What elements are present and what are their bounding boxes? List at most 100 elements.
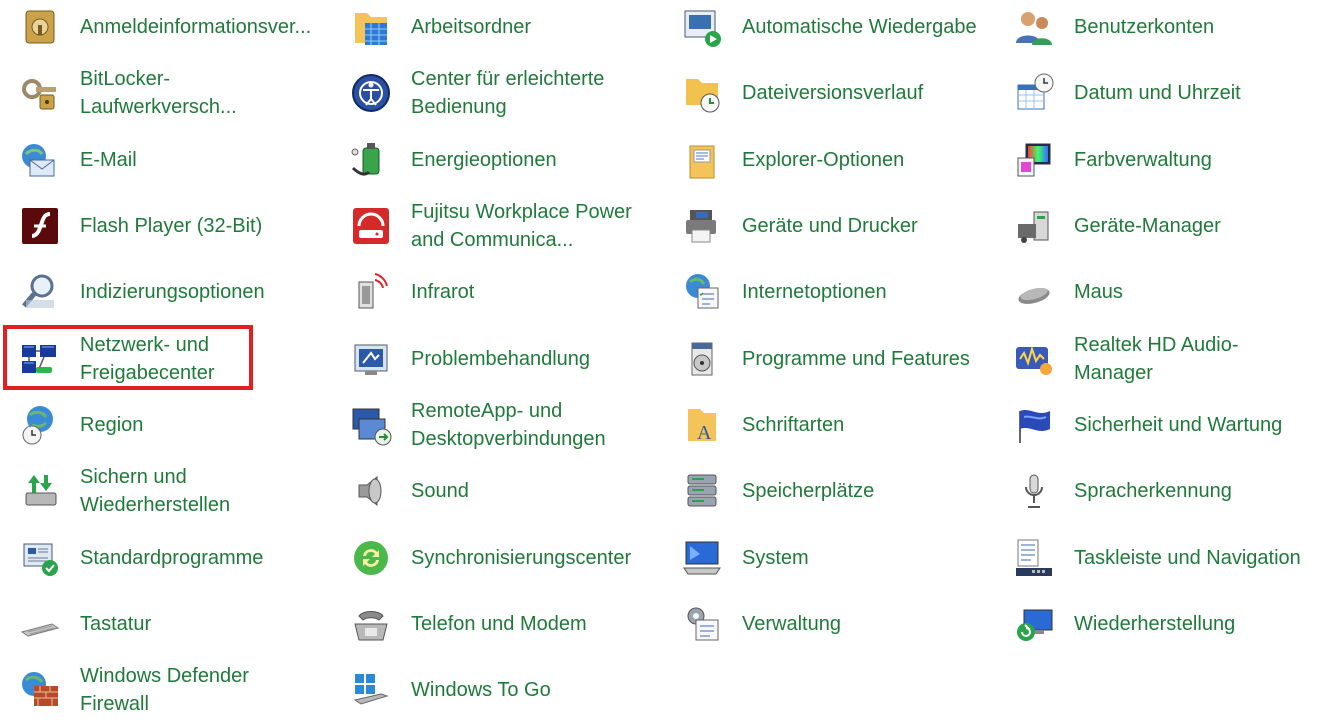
control-panel-item-label[interactable]: Schriftarten xyxy=(742,411,844,439)
control-panel-item[interactable]: Farbverwaltung xyxy=(1008,127,1321,193)
control-panel-item[interactable]: Geräte-Manager xyxy=(1008,193,1321,259)
control-panel-item[interactable]: Geräte und Drucker xyxy=(676,193,1008,259)
control-panel-item-label[interactable]: Geräte und Drucker xyxy=(742,212,918,240)
control-panel-item-label[interactable]: Benutzerkonten xyxy=(1074,13,1214,41)
control-panel-item[interactable]: Sound xyxy=(345,458,676,524)
control-panel-item[interactable]: Center für erleichterte Bedienung xyxy=(345,60,676,126)
control-panel-item-label[interactable]: Synchronisierungscenter xyxy=(411,544,631,572)
control-panel-item-label[interactable]: Realtek HD Audio-Manager xyxy=(1074,331,1309,387)
control-panel-item[interactable]: Fujitsu Workplace Power and Communica... xyxy=(345,193,676,259)
work-folders-icon xyxy=(349,5,393,49)
control-panel-item-label[interactable]: System xyxy=(742,544,809,572)
system-icon xyxy=(680,536,724,580)
control-panel-item-label[interactable]: Sound xyxy=(411,477,469,505)
control-panel-item[interactable]: Windows To Go xyxy=(345,657,676,723)
control-panel-item[interactable]: Standardprogramme xyxy=(14,524,345,590)
control-panel-item-label[interactable]: Center für erleichterte Bedienung xyxy=(411,65,646,121)
control-panel-item-label[interactable]: Taskleiste und Navigation xyxy=(1074,544,1301,572)
control-panel-item-label[interactable]: BitLocker-Laufwerkversch... xyxy=(80,65,315,121)
firewall-icon xyxy=(18,668,62,712)
control-panel-item[interactable]: Internetoptionen xyxy=(676,259,1008,325)
control-panel-item-label[interactable]: Maus xyxy=(1074,278,1123,306)
control-panel-item-label[interactable]: Flash Player (32-Bit) xyxy=(80,212,262,240)
control-panel-item-label[interactable]: Automatische Wiedergabe xyxy=(742,13,977,41)
control-panel-item-label[interactable]: Telefon und Modem xyxy=(411,610,587,638)
control-panel-item[interactable]: Sicherheit und Wartung xyxy=(1008,392,1321,458)
fonts-icon: A xyxy=(680,403,724,447)
control-panel-item[interactable]: Programme und Features xyxy=(676,325,1008,391)
control-panel-item-label[interactable]: Farbverwaltung xyxy=(1074,146,1212,174)
control-panel-item-label[interactable]: E-Mail xyxy=(80,146,137,174)
control-panel-item[interactable]: Spracherkennung xyxy=(1008,458,1321,524)
control-panel-item[interactable]: Benutzerkonten xyxy=(1008,0,1321,60)
control-panel-item-label[interactable]: Windows To Go xyxy=(411,676,551,704)
control-panel-item[interactable]: Realtek HD Audio-Manager xyxy=(1008,325,1321,391)
troubleshooting-icon xyxy=(349,337,393,381)
control-panel-item[interactable]: Flash Player (32-Bit) xyxy=(14,193,345,259)
explorer-options-icon xyxy=(680,138,724,182)
control-panel-item-label[interactable]: Programme und Features xyxy=(742,345,970,373)
control-panel-item[interactable]: Speicherplätze xyxy=(676,458,1008,524)
control-panel-item-label[interactable]: Internetoptionen xyxy=(742,278,887,306)
remoteapp-icon xyxy=(349,403,393,447)
control-panel-item[interactable]: Maus xyxy=(1008,259,1321,325)
flash-player-icon xyxy=(18,204,62,248)
control-panel-item-label[interactable]: Netzwerk- und Freigabecenter xyxy=(80,331,315,387)
control-panel-item-label[interactable]: Sicherheit und Wartung xyxy=(1074,411,1282,439)
control-panel-item[interactable]: Infrarot xyxy=(345,259,676,325)
taskbar-icon xyxy=(1012,536,1056,580)
phone-modem-icon xyxy=(349,602,393,646)
control-panel-item[interactable]: A Schriftarten xyxy=(676,392,1008,458)
control-panel-item[interactable]: Verwaltung xyxy=(676,591,1008,657)
control-panel-item-label[interactable]: Fujitsu Workplace Power and Communica... xyxy=(411,198,646,254)
control-panel-items-grid: Anmeldeinformationsver... Arbeitsordner Au… xyxy=(3,0,1321,723)
control-panel-item[interactable]: Indizierungsoptionen xyxy=(14,259,345,325)
control-panel-item[interactable]: BitLocker-Laufwerkversch... xyxy=(14,60,345,126)
control-panel-item[interactable]: Wiederherstellung xyxy=(1008,591,1321,657)
control-panel-item[interactable]: Region xyxy=(14,392,345,458)
control-panel-item[interactable]: Explorer-Optionen xyxy=(676,127,1008,193)
security-maintenance-icon xyxy=(1012,403,1056,447)
control-panel-item[interactable]: Automatische Wiedergabe xyxy=(676,0,1008,60)
control-panel-item[interactable]: Arbeitsordner xyxy=(345,0,676,60)
control-panel-item[interactable]: Tastatur xyxy=(14,591,345,657)
control-panel-item-label[interactable]: Infrarot xyxy=(411,278,474,306)
control-panel-item-label[interactable]: Anmeldeinformationsver... xyxy=(80,13,311,41)
control-panel-item[interactable]: Taskleiste und Navigation xyxy=(1008,524,1321,590)
control-panel-item[interactable]: Datum und Uhrzeit xyxy=(1008,60,1321,126)
control-panel-item[interactable]: Problembehandlung xyxy=(345,325,676,391)
control-panel-item-label[interactable]: Standardprogramme xyxy=(80,544,263,572)
control-panel-item[interactable]: System xyxy=(676,524,1008,590)
control-panel-item-label[interactable]: Tastatur xyxy=(80,610,151,638)
control-panel-item[interactable]: Anmeldeinformationsver... xyxy=(14,0,345,60)
control-panel-item-label[interactable]: Explorer-Optionen xyxy=(742,146,904,174)
control-panel-item[interactable]: Energieoptionen xyxy=(345,127,676,193)
control-panel-item-label[interactable]: Region xyxy=(80,411,143,439)
control-panel-item-label[interactable]: Spracherkennung xyxy=(1074,477,1232,505)
control-panel-item-label[interactable]: Wiederherstellung xyxy=(1074,610,1235,638)
control-panel-item-label[interactable]: Arbeitsordner xyxy=(411,13,531,41)
control-panel-item-label[interactable]: Dateiversionsverlauf xyxy=(742,79,923,107)
control-panel-item-label[interactable]: Datum und Uhrzeit xyxy=(1074,79,1241,107)
control-panel-item-label[interactable]: Speicherplätze xyxy=(742,477,874,505)
mouse-icon xyxy=(1012,270,1056,314)
control-panel-item-label[interactable]: Problembehandlung xyxy=(411,345,590,373)
control-panel-item[interactable]: Windows Defender Firewall xyxy=(14,657,345,723)
control-panel-item[interactable]: RemoteApp- und Desktopverbindungen xyxy=(345,392,676,458)
control-panel-item-label[interactable]: Verwaltung xyxy=(742,610,841,638)
control-panel-item-label[interactable]: RemoteApp- und Desktopverbindungen xyxy=(411,397,646,453)
control-panel-item[interactable]: Dateiversionsverlauf xyxy=(676,60,1008,126)
control-panel-item-label[interactable]: Windows Defender Firewall xyxy=(80,662,315,718)
control-panel-item[interactable]: Sichern und Wiederherstellen (Windows 7) xyxy=(14,458,345,524)
credential-manager-icon xyxy=(18,5,62,49)
control-panel-item-label[interactable]: Sichern und Wiederherstellen (Windows 7) xyxy=(80,463,315,519)
control-panel-item-label[interactable]: Energieoptionen xyxy=(411,146,557,174)
control-panel-item[interactable]: Telefon und Modem xyxy=(345,591,676,657)
control-panel-item-label[interactable]: Geräte-Manager xyxy=(1074,212,1221,240)
control-panel-item[interactable]: Synchronisierungscenter xyxy=(345,524,676,590)
control-panel-item[interactable]: E-Mail xyxy=(14,127,345,193)
control-panel-item[interactable]: Netzwerk- und Freigabecenter xyxy=(3,325,345,391)
programs-features-icon xyxy=(680,337,724,381)
user-accounts-icon xyxy=(1012,5,1056,49)
control-panel-item-label[interactable]: Indizierungsoptionen xyxy=(80,278,265,306)
